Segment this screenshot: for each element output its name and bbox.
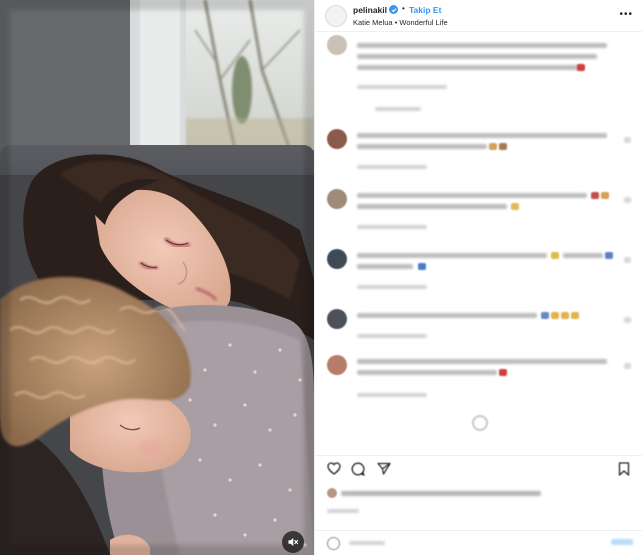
comment-text	[357, 264, 413, 269]
comment-text	[357, 133, 607, 138]
comment-like-icon[interactable]	[624, 197, 631, 203]
likes-text	[341, 491, 541, 496]
likes-summary[interactable]	[315, 484, 642, 502]
comments-list	[315, 33, 642, 451]
emoji	[577, 64, 585, 71]
follow-button[interactable]: Takip Et	[409, 5, 441, 15]
list-item	[315, 189, 642, 239]
comment-meta	[357, 85, 447, 89]
comment-meta	[357, 285, 427, 289]
mute-toggle-button[interactable]	[282, 531, 304, 553]
comment-composer	[315, 530, 642, 555]
avatar[interactable]	[325, 5, 347, 27]
comment-meta	[357, 225, 427, 229]
post-photo	[0, 0, 314, 555]
view-replies-link[interactable]	[375, 107, 421, 111]
audio-track-link[interactable]: Katie Melua • Wonderful Life	[353, 18, 448, 27]
share-icon[interactable]	[377, 462, 391, 475]
emoji	[511, 203, 519, 210]
emoji	[551, 252, 559, 259]
comment-text	[357, 144, 487, 149]
comment-meta	[357, 393, 427, 397]
comment-text	[357, 193, 587, 198]
comment-text	[357, 204, 507, 209]
comment-icon[interactable]	[351, 462, 365, 476]
emoji-icon[interactable]	[327, 537, 340, 550]
emoji	[541, 312, 549, 319]
post-actions-bar	[315, 455, 642, 481]
emoji	[489, 143, 497, 150]
post-timestamp	[315, 504, 642, 518]
emoji	[605, 252, 613, 259]
post-details-panel: pelinakil • Takip Et Katie Melua • Wonde…	[314, 0, 642, 555]
bookmark-icon[interactable]	[618, 462, 630, 476]
load-more-comments-icon[interactable]	[472, 415, 488, 431]
list-item	[315, 249, 642, 299]
comment-input[interactable]	[347, 535, 587, 552]
comment-like-icon[interactable]	[624, 317, 631, 323]
post-header: pelinakil • Takip Et Katie Melua • Wonde…	[315, 0, 642, 32]
comment-text	[357, 313, 537, 318]
avatar[interactable]	[327, 249, 347, 269]
emoji	[418, 263, 426, 270]
comment-text	[357, 54, 597, 59]
list-item	[315, 355, 642, 405]
avatar[interactable]	[327, 309, 347, 329]
comment-like-icon[interactable]	[624, 137, 631, 143]
heart-icon[interactable]	[327, 462, 341, 475]
avatar[interactable]	[327, 189, 347, 209]
list-item	[315, 35, 642, 117]
comment-like-icon[interactable]	[624, 363, 631, 369]
avatar[interactable]	[327, 35, 347, 55]
emoji	[591, 192, 599, 199]
comment-text	[357, 65, 582, 70]
comment-like-icon[interactable]	[624, 257, 631, 263]
list-item	[315, 129, 642, 179]
comment-meta	[357, 165, 427, 169]
emoji	[499, 369, 507, 376]
timestamp-text	[327, 509, 359, 513]
comment-text	[357, 253, 547, 258]
emoji	[601, 192, 609, 199]
volume-muted-icon	[288, 538, 299, 546]
comment-text	[357, 43, 607, 48]
emoji	[571, 312, 579, 319]
verified-badge-icon	[389, 5, 398, 14]
comment-text	[563, 253, 603, 258]
emoji	[499, 143, 507, 150]
post-comment-button[interactable]	[611, 539, 633, 545]
avatar	[327, 488, 337, 498]
comment-text	[357, 370, 497, 375]
more-options-icon[interactable]: •••	[619, 9, 633, 20]
comment-text	[357, 359, 607, 364]
post-media[interactable]	[0, 0, 314, 555]
header-separator: •	[402, 4, 405, 13]
username-link[interactable]: pelinakil	[353, 5, 387, 15]
emoji	[561, 312, 569, 319]
avatar[interactable]	[327, 129, 347, 149]
list-item	[315, 309, 642, 359]
avatar[interactable]	[327, 355, 347, 375]
comment-meta	[357, 334, 427, 338]
emoji	[551, 312, 559, 319]
